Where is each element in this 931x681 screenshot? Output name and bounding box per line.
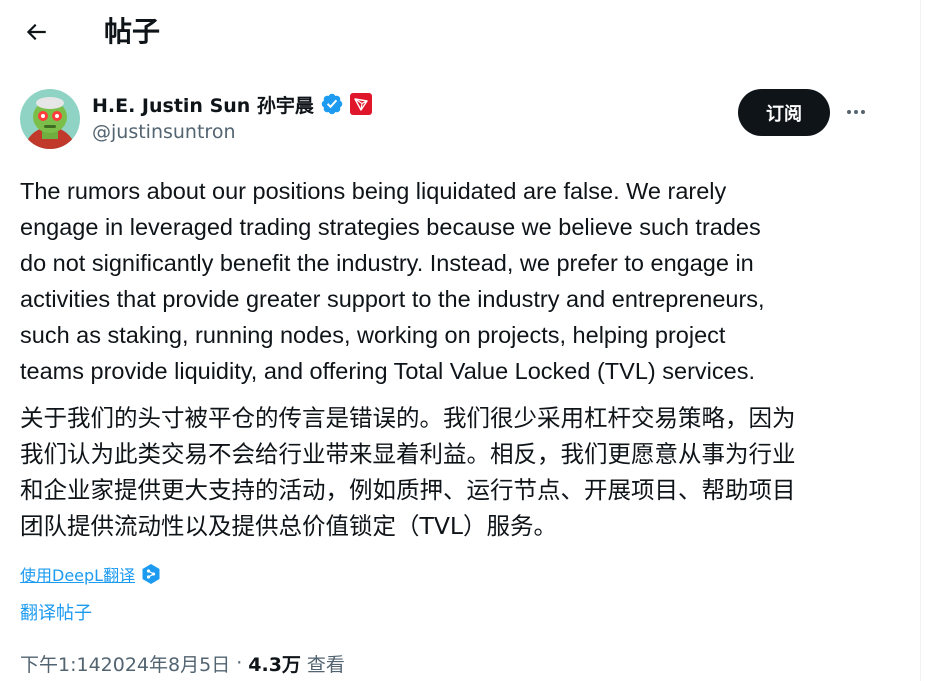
more-options-button[interactable] [838, 92, 874, 132]
arrow-left-icon [26, 23, 46, 41]
tweet-text-english: The rumors about our positions being liq… [20, 178, 765, 384]
author-handle[interactable]: @justinsuntron [92, 121, 235, 143]
meta-separator: · [236, 652, 243, 674]
author-name-row: H.E. Justin Sun 孙宇晨 [92, 91, 372, 117]
page-title: 帖子 [104, 15, 161, 48]
page-header: 帖子 [0, 0, 920, 64]
tron-logo-icon [349, 93, 372, 115]
column-divider [920, 0, 921, 681]
more-options-icon [847, 110, 865, 114]
deepl-translate-link[interactable]: 使用DeepL翻译 [20, 562, 161, 586]
subscribe-button[interactable]: 订阅 [738, 89, 830, 136]
translate-post-link[interactable]: 翻译帖子 [20, 599, 92, 625]
views-label: 查看 [306, 653, 345, 676]
author-name[interactable]: H.E. Justin Sun 孙宇晨 [92, 91, 314, 118]
tweet-text-chinese: 关于我们的头寸被平仓的传言是错误的。我们很少采用杠杆交易策略，因为 我们认为此类… [20, 404, 796, 540]
tweet-time[interactable]: 下午1:14 [20, 650, 101, 677]
views-count: 4.3万 [248, 653, 301, 676]
avatar[interactable] [20, 89, 80, 149]
deepl-link-label[interactable]: 使用DeepL翻译 [20, 562, 135, 586]
verified-badge-icon [321, 93, 343, 115]
avatar-image [20, 89, 80, 149]
deepl-logo-icon [142, 564, 160, 584]
back-button[interactable] [16, 12, 56, 52]
tweet-meta-row: 下午1:14 2024年8月5日 · 4.3万 查看 [20, 649, 345, 677]
tweet-date[interactable]: 2024年8月5日 [101, 650, 231, 677]
